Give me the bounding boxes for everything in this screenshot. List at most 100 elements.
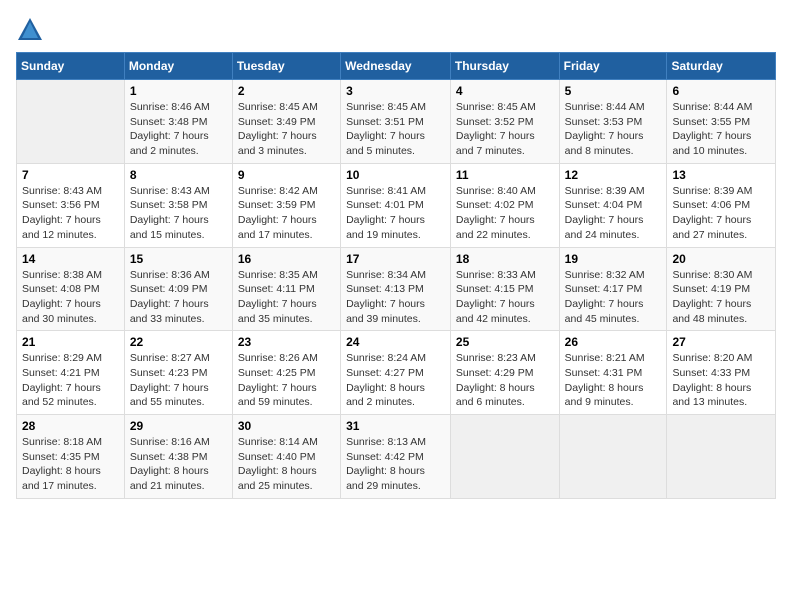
week-row-3: 14 Sunrise: 8:38 AMSunset: 4:08 PMDayligh… — [17, 247, 776, 331]
day-info: Sunrise: 8:33 AMSunset: 4:15 PMDaylight:… — [456, 268, 554, 327]
day-cell: 16Sunrise: 8:35 AMSunset: 4:11 PMDayligh… — [232, 247, 340, 331]
day-number: 8 — [130, 168, 227, 182]
day-cell: 20 Sunrise: 8:30 AMSunset: 4:19 PMDayligh… — [667, 247, 776, 331]
logo-icon — [16, 16, 44, 44]
day-cell: 7 Sunrise: 8:43 AMSunset: 3:56 PMDaylight… — [17, 163, 125, 247]
day-cell — [450, 415, 559, 499]
day-number: 19 — [565, 252, 662, 266]
day-number: 26 — [565, 335, 662, 349]
day-info: Sunrise: 8:16 AMSunset: 4:38 PMDaylight:… — [130, 435, 227, 494]
day-cell: 26Sunrise: 8:21 AMSunset: 4:31 PMDayligh… — [559, 331, 667, 415]
day-info: Sunrise: 8:42 AMSunset: 3:59 PMDaylight:… — [238, 184, 335, 243]
day-info: Sunrise: 8:14 AMSunset: 4:40 PMDaylight:… — [238, 435, 335, 494]
day-number: 6 — [672, 84, 770, 98]
day-cell: 27 Sunrise: 8:20 AMSunset: 4:33 PMDayligh… — [667, 331, 776, 415]
day-number: 12 — [565, 168, 662, 182]
header-row: SundayMondayTuesdayWednesdayThursdayFrid… — [17, 53, 776, 80]
day-info: Sunrise: 8:29 AMSunset: 4:21 PMDaylight:… — [22, 351, 119, 410]
header-sunday: Sunday — [17, 53, 125, 80]
day-number: 5 — [565, 84, 662, 98]
week-row-1: 1 Sunrise: 8:46 AMSunset: 3:48 PMDaylight… — [17, 80, 776, 164]
day-cell: 23 Sunrise: 8:26 AMSunset: 4:25 PMDayligh… — [232, 331, 340, 415]
day-info: Sunrise: 8:34 AMSunset: 4:13 PMDaylight:… — [346, 268, 445, 327]
day-cell: 14 Sunrise: 8:38 AMSunset: 4:08 PMDayligh… — [17, 247, 125, 331]
day-cell: 19 Sunrise: 8:32 AMSunset: 4:17 PMDayligh… — [559, 247, 667, 331]
day-number: 17 — [346, 252, 445, 266]
day-cell — [17, 80, 125, 164]
day-cell: 4 Sunrise: 8:45 AMSunset: 3:52 PMDaylight… — [450, 80, 559, 164]
header-wednesday: Wednesday — [341, 53, 451, 80]
week-row-2: 7 Sunrise: 8:43 AMSunset: 3:56 PMDaylight… — [17, 163, 776, 247]
day-number: 24 — [346, 335, 445, 349]
day-number: 11 — [456, 168, 554, 182]
calendar-table: SundayMondayTuesdayWednesdayThursdayFrid… — [16, 52, 776, 499]
day-number: 21 — [22, 335, 119, 349]
day-info: Sunrise: 8:32 AMSunset: 4:17 PMDaylight:… — [565, 268, 662, 327]
day-info: Sunrise: 8:43 AMSunset: 3:56 PMDaylight:… — [22, 184, 119, 243]
day-info: Sunrise: 8:36 AMSunset: 4:09 PMDaylight:… — [130, 268, 227, 327]
day-cell: 8 Sunrise: 8:43 AMSunset: 3:58 PMDaylight… — [124, 163, 232, 247]
day-number: 27 — [672, 335, 770, 349]
day-info: Sunrise: 8:13 AMSunset: 4:42 PMDaylight:… — [346, 435, 445, 494]
day-number: 25 — [456, 335, 554, 349]
day-info: Sunrise: 8:26 AMSunset: 4:25 PMDaylight:… — [238, 351, 335, 410]
day-number: 18 — [456, 252, 554, 266]
header-monday: Monday — [124, 53, 232, 80]
header-tuesday: Tuesday — [232, 53, 340, 80]
day-info: Sunrise: 8:45 AMSunset: 3:49 PMDaylight:… — [238, 100, 335, 159]
day-cell: 11 Sunrise: 8:40 AMSunset: 4:02 PMDayligh… — [450, 163, 559, 247]
day-info: Sunrise: 8:45 AMSunset: 3:52 PMDaylight:… — [456, 100, 554, 159]
day-number: 4 — [456, 84, 554, 98]
day-number: 14 — [22, 252, 119, 266]
day-info: Sunrise: 8:27 AMSunset: 4:23 PMDaylight:… — [130, 351, 227, 410]
day-info: Sunrise: 8:45 AMSunset: 3:51 PMDaylight:… — [346, 100, 445, 159]
day-number: 9 — [238, 168, 335, 182]
day-number: 31 — [346, 419, 445, 433]
day-number: 22 — [130, 335, 227, 349]
day-cell: 28Sunrise: 8:18 AMSunset: 4:35 PMDayligh… — [17, 415, 125, 499]
day-number: 23 — [238, 335, 335, 349]
day-cell: 15 Sunrise: 8:36 AMSunset: 4:09 PMDayligh… — [124, 247, 232, 331]
header-saturday: Saturday — [667, 53, 776, 80]
week-row-5: 28Sunrise: 8:18 AMSunset: 4:35 PMDayligh… — [17, 415, 776, 499]
day-info: Sunrise: 8:43 AMSunset: 3:58 PMDaylight:… — [130, 184, 227, 243]
day-cell: 5 Sunrise: 8:44 AMSunset: 3:53 PMDaylight… — [559, 80, 667, 164]
day-number: 20 — [672, 252, 770, 266]
day-cell: 30Sunrise: 8:14 AMSunset: 4:40 PMDayligh… — [232, 415, 340, 499]
day-cell: 29Sunrise: 8:16 AMSunset: 4:38 PMDayligh… — [124, 415, 232, 499]
week-row-4: 21 Sunrise: 8:29 AMSunset: 4:21 PMDayligh… — [17, 331, 776, 415]
day-cell: 2 Sunrise: 8:45 AMSunset: 3:49 PMDaylight… — [232, 80, 340, 164]
day-cell: 9 Sunrise: 8:42 AMSunset: 3:59 PMDaylight… — [232, 163, 340, 247]
day-cell: 3 Sunrise: 8:45 AMSunset: 3:51 PMDaylight… — [341, 80, 451, 164]
day-cell: 31 Sunrise: 8:13 AMSunset: 4:42 PMDayligh… — [341, 415, 451, 499]
day-number: 3 — [346, 84, 445, 98]
day-number: 15 — [130, 252, 227, 266]
logo — [16, 16, 48, 44]
day-number: 10 — [346, 168, 445, 182]
day-info: Sunrise: 8:46 AMSunset: 3:48 PMDaylight:… — [130, 100, 227, 159]
day-cell: 1 Sunrise: 8:46 AMSunset: 3:48 PMDaylight… — [124, 80, 232, 164]
day-number: 28 — [22, 419, 119, 433]
day-cell: 17 Sunrise: 8:34 AMSunset: 4:13 PMDayligh… — [341, 247, 451, 331]
day-info: Sunrise: 8:39 AMSunset: 4:06 PMDaylight:… — [672, 184, 770, 243]
day-info: Sunrise: 8:23 AMSunset: 4:29 PMDaylight:… — [456, 351, 554, 410]
day-info: Sunrise: 8:40 AMSunset: 4:02 PMDaylight:… — [456, 184, 554, 243]
day-cell: 24 Sunrise: 8:24 AMSunset: 4:27 PMDayligh… — [341, 331, 451, 415]
day-info: Sunrise: 8:30 AMSunset: 4:19 PMDaylight:… — [672, 268, 770, 327]
day-info: Sunrise: 8:44 AMSunset: 3:53 PMDaylight:… — [565, 100, 662, 159]
day-cell: 25 Sunrise: 8:23 AMSunset: 4:29 PMDayligh… — [450, 331, 559, 415]
day-number: 2 — [238, 84, 335, 98]
day-info: Sunrise: 8:20 AMSunset: 4:33 PMDaylight:… — [672, 351, 770, 410]
day-cell: 18 Sunrise: 8:33 AMSunset: 4:15 PMDayligh… — [450, 247, 559, 331]
header-friday: Friday — [559, 53, 667, 80]
day-info: Sunrise: 8:39 AMSunset: 4:04 PMDaylight:… — [565, 184, 662, 243]
page-header — [16, 16, 776, 44]
day-cell — [559, 415, 667, 499]
header-thursday: Thursday — [450, 53, 559, 80]
day-cell: 13Sunrise: 8:39 AMSunset: 4:06 PMDayligh… — [667, 163, 776, 247]
day-number: 1 — [130, 84, 227, 98]
day-info: Sunrise: 8:38 AMSunset: 4:08 PMDaylight:… — [22, 268, 119, 327]
day-info: Sunrise: 8:41 AMSunset: 4:01 PMDaylight:… — [346, 184, 445, 243]
day-info: Sunrise: 8:24 AMSunset: 4:27 PMDaylight:… — [346, 351, 445, 410]
day-number: 7 — [22, 168, 119, 182]
